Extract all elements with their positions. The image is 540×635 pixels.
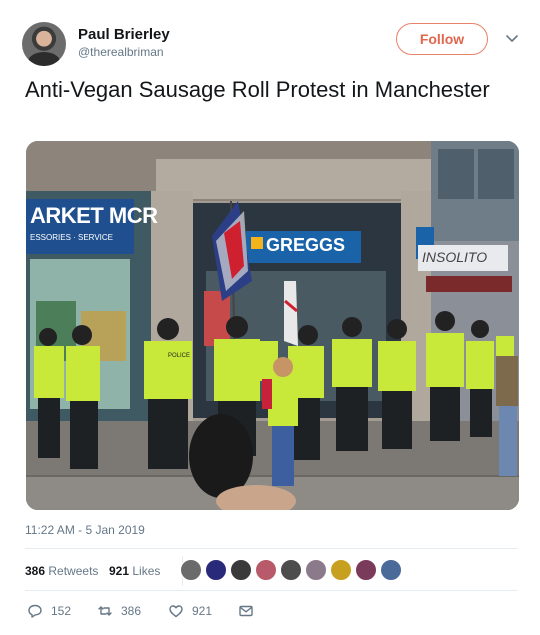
direct-message-button[interactable] — [238, 600, 254, 622]
liker-avatar[interactable] — [180, 559, 202, 581]
envelope-icon — [239, 605, 253, 617]
sign-market-text: ARKET MCR — [30, 203, 158, 228]
like-button[interactable]: 921 — [168, 600, 212, 622]
sign-market-subtext: ESSORIES · SERVICE — [30, 233, 113, 242]
sign-greggs-text: GREGGS — [266, 235, 346, 255]
like-count: 921 — [192, 604, 213, 618]
tweet-text: Anti-Vegan Sausage Roll Protest in Manch… — [25, 77, 490, 102]
likes-label: Likes — [132, 564, 161, 578]
protest-photo-illustration — [26, 141, 519, 510]
stats-bottom-divider — [25, 590, 518, 591]
tweet-timestamp[interactable]: 11:22 AM - 5 Jan 2019 — [25, 523, 145, 537]
chevron-down-icon[interactable] — [504, 30, 520, 46]
liker-avatar[interactable] — [280, 559, 302, 581]
reply-count: 152 — [51, 604, 72, 618]
reply-button[interactable]: 152 — [27, 600, 71, 622]
author-avatar[interactable] — [22, 22, 66, 66]
likes-stat[interactable]: 921 Likes — [109, 564, 160, 578]
liker-avatar[interactable] — [305, 559, 327, 581]
tweet-actions: 152 386 921 — [25, 600, 325, 622]
stats-top-divider — [25, 548, 518, 549]
sign-insolito-text: INSOLITO — [422, 249, 488, 265]
retweet-icon — [98, 606, 112, 616]
retweets-count: 386 — [25, 564, 46, 578]
retweets-stat[interactable]: 386 Retweets — [25, 564, 98, 578]
follow-button[interactable]: Follow — [396, 23, 488, 55]
liker-avatar[interactable] — [230, 559, 252, 581]
liker-avatar[interactable] — [380, 559, 402, 581]
liker-avatar[interactable] — [205, 559, 227, 581]
liker-avatar[interactable] — [355, 559, 377, 581]
author-name[interactable]: Paul Brierley — [78, 26, 170, 43]
reply-icon — [28, 604, 42, 618]
author-handle[interactable]: @therealbriman — [78, 45, 164, 59]
police-vest-text: POLICE — [168, 353, 191, 359]
liker-avatar[interactable] — [330, 559, 352, 581]
liker-avatar[interactable] — [255, 559, 277, 581]
retweets-label: Retweets — [48, 564, 99, 578]
retweet-button[interactable]: 386 — [97, 600, 141, 622]
likes-count: 921 — [109, 564, 130, 578]
retweet-count: 386 — [121, 604, 142, 618]
tweet-header: Paul Brierley @therealbriman Follow — [22, 18, 522, 68]
heart-icon — [169, 605, 183, 618]
tweet-photo[interactable]: ARKET MCR ESSORIES · SERVICE GREGGS INSO… — [26, 141, 519, 510]
engagement-stats: 386 Retweets 921 Likes — [25, 556, 518, 586]
